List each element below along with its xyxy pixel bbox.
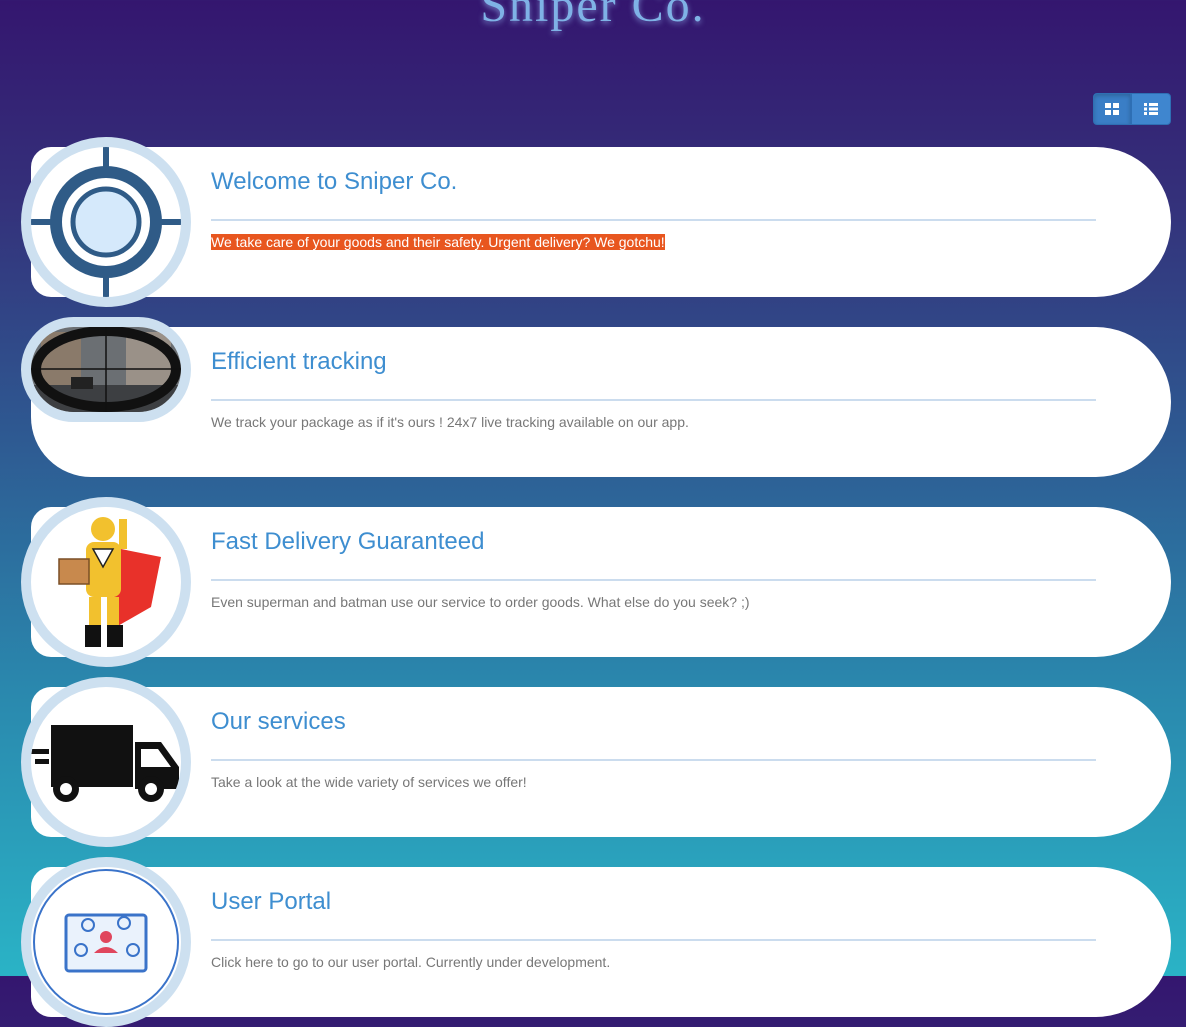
truck-icon <box>21 677 191 847</box>
card-text: Take a look at the wide variety of servi… <box>211 774 527 790</box>
card-welcome[interactable] <box>31 147 1171 297</box>
portal-icon <box>21 857 191 1027</box>
card-tracking[interactable] <box>31 327 1171 477</box>
card-text: Click here to go to our user portal. Cur… <box>211 954 611 970</box>
card-title: Our services <box>211 708 346 735</box>
divider <box>211 399 1096 401</box>
card-title: Welcome to Sniper Co. <box>211 168 458 195</box>
card-title: Efficient tracking <box>211 348 387 375</box>
divider <box>211 939 1096 941</box>
card-title: User Portal <box>211 888 332 915</box>
divider <box>211 219 1096 221</box>
divider <box>211 579 1096 581</box>
card-user-portal[interactable] <box>31 867 1171 1017</box>
grid-icon <box>1105 103 1119 115</box>
view-toggle <box>1093 93 1171 125</box>
crosshair-icon <box>21 137 191 307</box>
divider <box>211 759 1096 761</box>
card-text: Even superman and batman use our service… <box>211 594 750 610</box>
grid-view-button[interactable] <box>1093 93 1131 125</box>
superhero-courier-image <box>21 497 191 667</box>
site-title: Sniper Co. <box>480 0 706 32</box>
card-text: We take care of your goods and their saf… <box>211 234 665 250</box>
card-delivery[interactable] <box>31 507 1171 657</box>
scope-view-image <box>21 317 191 422</box>
card-text: We track your package as if it's ours ! … <box>211 414 689 430</box>
card-title: Fast Delivery Guaranteed <box>211 528 485 555</box>
list-view-button[interactable] <box>1131 93 1171 125</box>
card-services[interactable] <box>31 687 1171 837</box>
list-icon <box>1144 103 1158 115</box>
